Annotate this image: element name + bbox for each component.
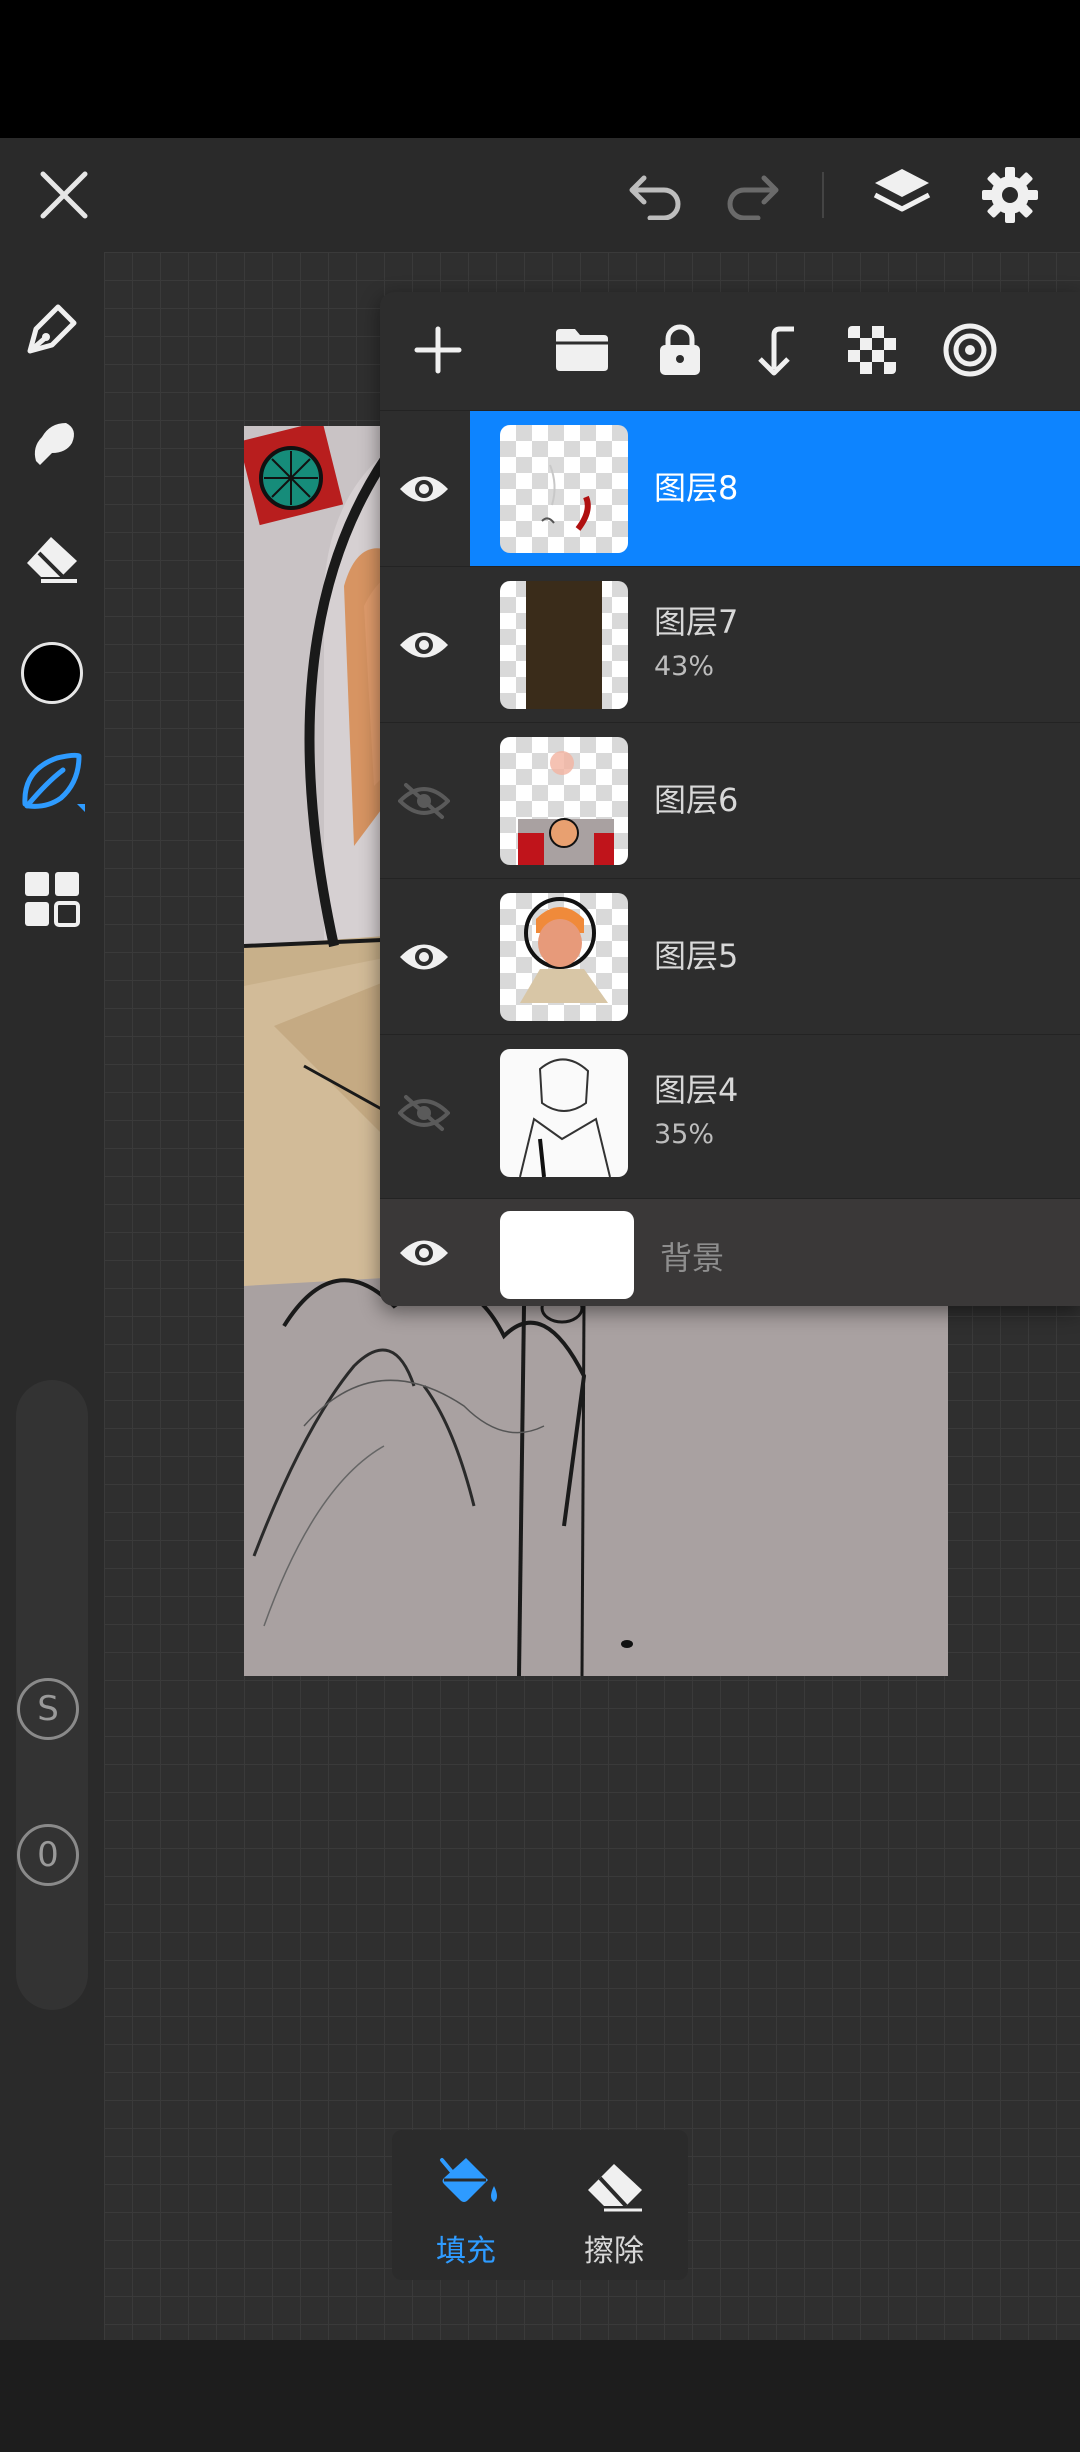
visibility-toggle[interactable] [380,1035,468,1191]
layer-name: 背景 [660,1239,725,1277]
folder-icon [556,329,608,371]
eye-icon [400,632,448,658]
add-layer-icon [414,326,462,374]
grid-menu-icon [25,872,80,927]
layers-panel: 图层8 图层7 43% 图层6 图层5 图层4 35% 背景 [380,292,1080,1306]
gear-icon [982,167,1038,223]
layer-thumbnail [500,425,628,553]
close-icon [40,171,88,219]
eye-hidden-icon [398,1095,450,1131]
close-button[interactable] [14,138,114,252]
fill-button[interactable]: 填充 [392,2130,540,2280]
alpha-lock-button[interactable] [832,310,912,390]
undo-button[interactable] [606,138,706,252]
visibility-toggle[interactable] [380,411,468,567]
reference-layer-button[interactable] [930,310,1010,390]
layer-row-body[interactable]: 图层5 [470,879,1080,1035]
layers-icon [873,169,931,212]
layer-row-body[interactable]: 图层4 35% [470,1035,1080,1191]
layer-row-6[interactable]: 图层6 [380,722,1080,879]
color-swatch-button[interactable] [0,628,104,718]
layer-row-8[interactable]: 图层8 [380,410,1080,567]
left-tool-rail: S 0 [0,252,104,2340]
color-swatch [21,642,83,704]
merge-down-icon [758,326,794,376]
layer-name: 图层4 [654,1071,739,1109]
paint-bucket-icon [440,2158,497,2202]
visibility-toggle[interactable] [380,879,468,1035]
layer-row-7[interactable]: 图层7 43% [380,566,1080,723]
eye-icon [400,1240,448,1266]
eraser-tool-button[interactable] [0,510,104,600]
toolbar-divider [822,172,824,218]
layer-thumbnail [500,737,628,865]
smudge-tool-button[interactable] [0,398,104,488]
erase-label: 擦除 [584,2234,644,2269]
size-slider-knob[interactable]: S [17,1678,79,1740]
layer-row-body[interactable]: 图层8 [470,411,1080,567]
lock-layer-button[interactable] [640,310,720,390]
smudge-icon [34,423,74,465]
add-layer-button[interactable] [398,310,478,390]
layer-thumbnail [500,893,628,1021]
visibility-toggle[interactable] [380,723,468,879]
layer-thumbnail [500,581,628,709]
merge-down-button[interactable] [736,310,816,390]
brush-icon [27,304,77,354]
layer-row-body[interactable]: 图层6 [470,723,1080,879]
fill-tool-button[interactable] [0,738,104,828]
settings-button[interactable] [960,138,1060,252]
eye-icon [400,476,448,502]
eye-hidden-icon [398,783,450,819]
target-icon [943,323,997,377]
fill-mode-bar: 填充 擦除 [392,2130,688,2280]
visibility-toggle[interactable] [380,1199,468,1306]
layer-name: 图层8 [654,469,739,507]
erase-button[interactable]: 擦除 [540,2130,688,2280]
eye-icon [400,944,448,970]
layers-button[interactable] [852,138,952,252]
menu-grid-button[interactable] [0,854,104,944]
background-thumbnail [500,1211,634,1299]
layer-name: 图层7 [654,603,739,641]
redo-button[interactable] [702,138,802,252]
eraser-icon [588,2164,642,2212]
layer-opacity: 43% [654,651,715,682]
layer-name: 图层5 [654,937,739,975]
layers-toolbar [380,292,1080,410]
visibility-toggle[interactable] [380,567,468,723]
transparency-icon [848,326,896,374]
layer-name: 图层6 [654,781,739,819]
top-toolbar [0,138,1080,252]
fill-label: 填充 [436,2234,496,2269]
undo-icon [629,175,681,220]
layer-thumbnail [500,1049,628,1177]
eraser-icon [27,537,77,583]
layer-folder-button[interactable] [542,310,622,390]
lock-icon [660,324,700,375]
layer-row-4[interactable]: 图层4 35% [380,1034,1080,1191]
layer-row-background[interactable]: 背景 [380,1198,1080,1306]
layer-row-body[interactable]: 图层7 43% [470,567,1080,723]
brush-tool-button[interactable] [0,284,104,374]
redo-icon [727,175,779,220]
layer-row-5[interactable]: 图层5 [380,878,1080,1035]
fill-leaf-icon [22,752,85,812]
status-bar [0,0,1080,138]
layer-opacity: 35% [654,1119,715,1150]
